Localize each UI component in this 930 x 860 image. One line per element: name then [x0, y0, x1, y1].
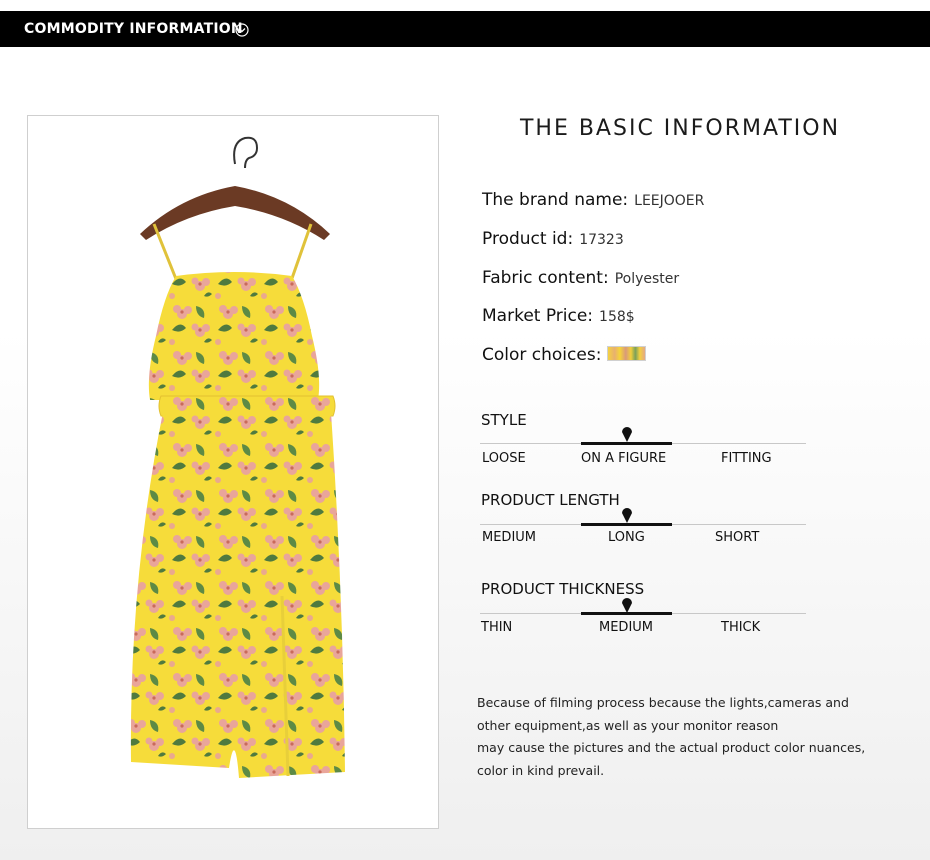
length-marker-icon — [622, 508, 632, 523]
style-scale-selected — [581, 442, 672, 445]
hanger — [140, 186, 330, 240]
brand-value: LEEJOOER — [634, 193, 705, 209]
thickness-marker-icon — [622, 598, 632, 613]
fabric-label: Fabric content: — [482, 268, 609, 288]
dress-skirt — [130, 412, 345, 778]
disclaimer-line: other equipment,as well as your monitor … — [477, 717, 779, 733]
price-value: 158$ — [599, 309, 635, 325]
color-label: Color choices: — [482, 345, 602, 365]
style-option[interactable]: ON A FIGURE — [581, 451, 666, 466]
product-photo-frame — [27, 115, 439, 829]
header-title: COMMODITY INFORMATION — [24, 21, 243, 37]
price-label: Market Price: — [482, 306, 594, 326]
color-row: Color choices: — [482, 345, 647, 365]
chevron-down-circle-icon[interactable] — [235, 23, 249, 37]
brand-label: The brand name: — [482, 190, 629, 210]
style-option[interactable]: FITTING — [721, 451, 772, 466]
length-option[interactable]: SHORT — [715, 530, 759, 545]
hanger-hook — [233, 136, 259, 169]
length-scale-selected — [581, 523, 672, 526]
dress-bodice — [148, 272, 320, 400]
product-id-row: Product id: 17323 — [482, 229, 624, 249]
section-title: THE BASIC INFORMATION — [519, 116, 841, 141]
price-row: Market Price: 158$ — [482, 306, 635, 326]
thickness-option[interactable]: MEDIUM — [599, 620, 653, 635]
color-swatch[interactable] — [607, 346, 647, 361]
brand-row: The brand name: LEEJOOER — [482, 190, 704, 210]
thickness-option[interactable]: THIN — [481, 620, 512, 635]
fabric-value: Polyester — [614, 271, 680, 287]
thickness-scale-title: PRODUCT THICKNESS — [481, 580, 645, 598]
color-disclaimer: Because of filming process because the l… — [477, 692, 877, 782]
product-id-value: 17323 — [579, 232, 624, 248]
header-bar: COMMODITY INFORMATION — [0, 11, 930, 47]
disclaimer-line: may cause the pictures and the actual pr… — [477, 740, 866, 755]
length-option[interactable]: LONG — [608, 530, 645, 545]
dress-image — [130, 136, 345, 778]
style-marker-icon — [622, 427, 632, 442]
disclaimer-line: color in kind prevail. — [477, 762, 605, 778]
length-option[interactable]: MEDIUM — [482, 530, 536, 545]
fabric-row: Fabric content: Polyester — [482, 268, 679, 288]
style-scale-title: STYLE — [481, 411, 527, 429]
thickness-option[interactable]: THICK — [721, 620, 760, 635]
product-id-label: Product id: — [482, 229, 574, 249]
disclaimer-line: Because of filming process because the l… — [477, 695, 849, 710]
style-option[interactable]: LOOSE — [482, 451, 526, 466]
length-scale-title: PRODUCT LENGTH — [481, 491, 620, 509]
